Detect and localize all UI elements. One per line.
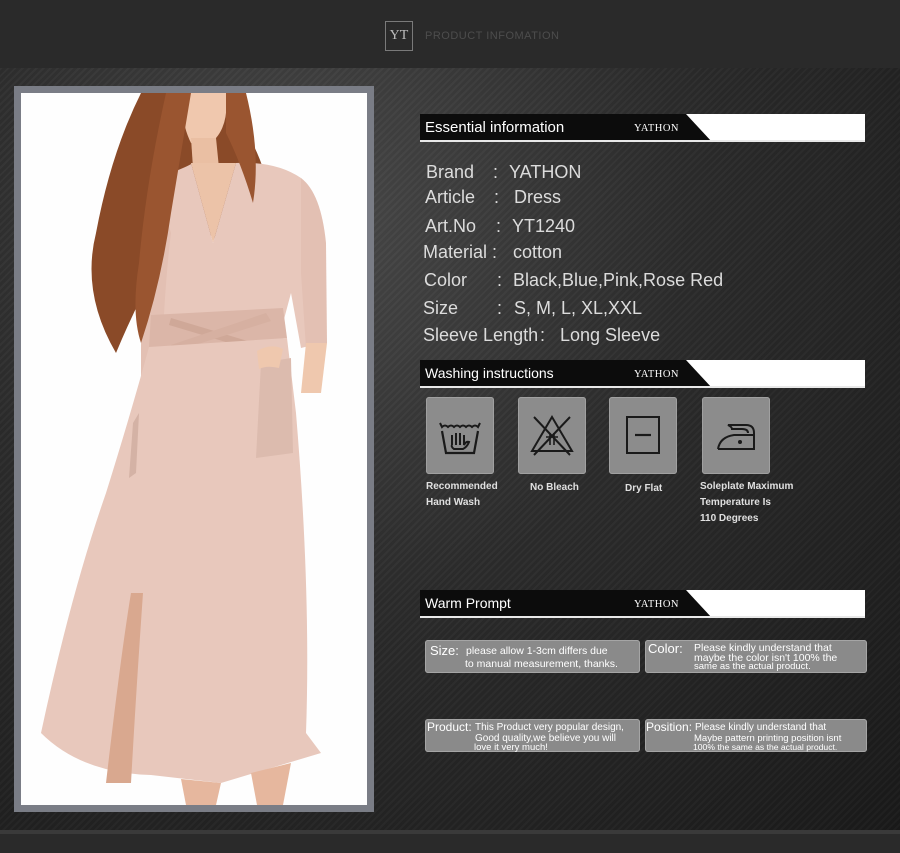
wash-card-hand-wash (426, 397, 494, 474)
header-bar: YT PRODUCT INFOMATION (0, 0, 900, 68)
prompt-key: Product: (427, 720, 472, 734)
info-label: Material (423, 242, 488, 262)
hand-wash-icon (439, 422, 481, 455)
dress-model-illustration (41, 93, 327, 805)
prompt-key: Color: (648, 641, 683, 656)
prompt-box-product: Product: This Product very popular desig… (425, 719, 640, 752)
info-value: Long Sleeve (560, 325, 661, 345)
wash-label-dry-flat: Dry Flat (625, 483, 663, 494)
product-photo-frame (14, 86, 374, 812)
info-label: Size (423, 298, 459, 318)
prompt-text-line: to manual measurement, thanks. (465, 658, 618, 670)
wash-label-hand-wash: Recommended Hand Wash (426, 481, 498, 508)
wash-card-dry-flat (609, 397, 677, 474)
info-value: cotton (513, 242, 563, 262)
washing-header: Washing instructions YATHON (420, 360, 865, 388)
dry-flat-icon (626, 416, 660, 454)
info-label: Article (425, 187, 476, 207)
info-label: Brand (426, 162, 475, 182)
no-bleach-icon (530, 415, 574, 456)
info-sep: : (493, 162, 499, 182)
info-sep: : (497, 270, 503, 290)
info-sep: : (497, 298, 503, 318)
info-value: Dress (514, 187, 562, 207)
prompt-box-position: Position: Please kindly understand that … (645, 719, 867, 752)
info-label: Sleeve Length (423, 325, 539, 345)
info-sep: : (540, 325, 546, 345)
info-value: YT1240 (512, 216, 576, 236)
prompt-text-line: Please kindly understand that (695, 722, 827, 733)
info-sep: : (494, 187, 500, 207)
washing-title: Washing instructions (425, 365, 554, 381)
wash-card-no-bleach (518, 397, 586, 474)
prompt-text-line: same as the actual product. (694, 661, 811, 672)
essential-info-header: Essential information YATHON (420, 114, 865, 142)
info-sep: : (496, 216, 502, 236)
wash-card-iron (702, 397, 770, 474)
wash-label-iron: Soleplate Maximum Temperature Is 110 Deg… (700, 481, 794, 524)
wash-label-no-bleach: No Bleach (530, 482, 579, 493)
essential-info-title: Essential information (425, 119, 565, 136)
product-photo (21, 93, 367, 805)
prompt-key: Position: (646, 720, 693, 734)
info-value: YATHON (509, 162, 582, 182)
warm-prompt-title: Warm Prompt (425, 595, 511, 611)
washing-brand: YATHON (634, 369, 679, 380)
prompt-text-line: 100% the same as the actual product. (693, 742, 838, 752)
info-sep: : (492, 242, 498, 262)
prompt-box-color: Color: Please kindly understand that may… (645, 640, 867, 673)
warm-prompt-brand: YATHON (634, 599, 679, 610)
prompt-text-line: love it very much! (474, 742, 548, 752)
prompt-key: Size: (430, 643, 459, 658)
prompt-text-line: This Product very popular design, (475, 722, 624, 733)
header-title: PRODUCT INFOMATION (425, 30, 560, 42)
info-label: Color (424, 270, 468, 290)
info-value: S, M, L, XL,XXL (514, 298, 643, 318)
prompt-text-line: please allow 1-3cm differs due (466, 645, 608, 657)
yt-logo: YT (385, 21, 413, 51)
info-value: Black,Blue,Pink,Rose Red (513, 270, 724, 290)
prompt-box-size: Size: please allow 1-3cm differs due to … (425, 640, 640, 673)
info-label: Art.No (425, 216, 477, 236)
warm-prompt-header: Warm Prompt YATHON (420, 590, 865, 618)
essential-info-brand: YATHON (634, 123, 679, 134)
iron-icon (717, 424, 755, 450)
footer-bar (0, 830, 900, 853)
